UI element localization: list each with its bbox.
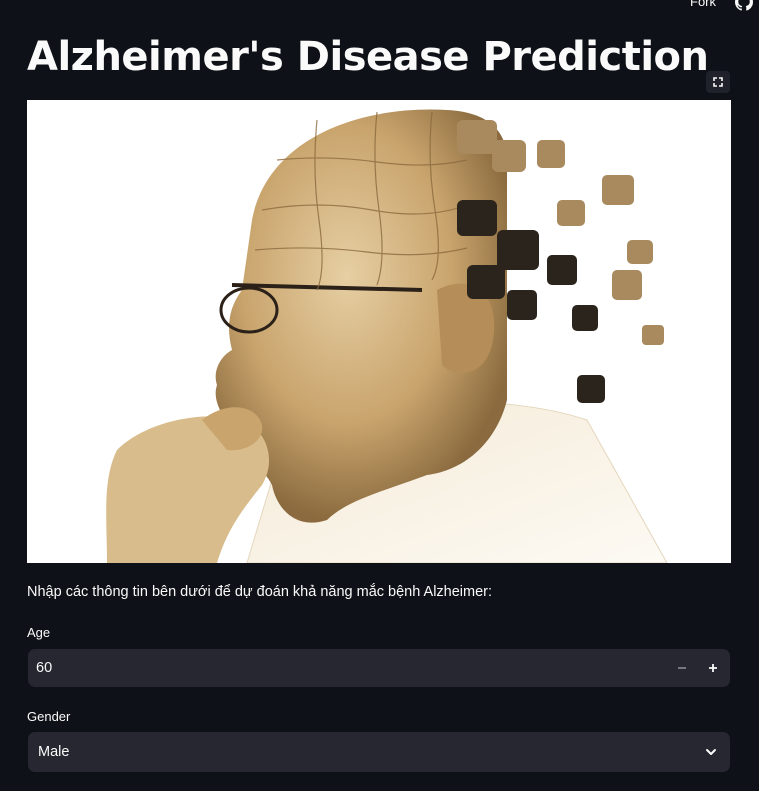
fullscreen-icon: [713, 77, 723, 87]
age-input-container: [28, 649, 730, 687]
gender-label: Gender: [27, 709, 71, 724]
minus-icon: [678, 667, 686, 669]
intro-text: Nhập các thông tin bên dưới để dự đoán k…: [27, 584, 493, 600]
gender-select[interactable]: Male: [28, 732, 730, 772]
age-input[interactable]: [36, 660, 636, 676]
age-label: Age: [27, 625, 51, 640]
page-title: Alzheimer's Disease Prediction: [27, 34, 709, 80]
top-bar: Fork: [0, 0, 759, 14]
increment-button[interactable]: [698, 649, 728, 687]
fullscreen-button[interactable]: [706, 71, 730, 93]
gender-selected-value: Male: [38, 744, 70, 760]
chevron-down-icon: [706, 749, 716, 755]
hero-image: [27, 100, 731, 563]
fork-link[interactable]: Fork: [690, 0, 716, 9]
plus-icon: [709, 664, 717, 672]
decrement-button[interactable]: [667, 649, 697, 687]
github-icon[interactable]: [735, 0, 753, 11]
